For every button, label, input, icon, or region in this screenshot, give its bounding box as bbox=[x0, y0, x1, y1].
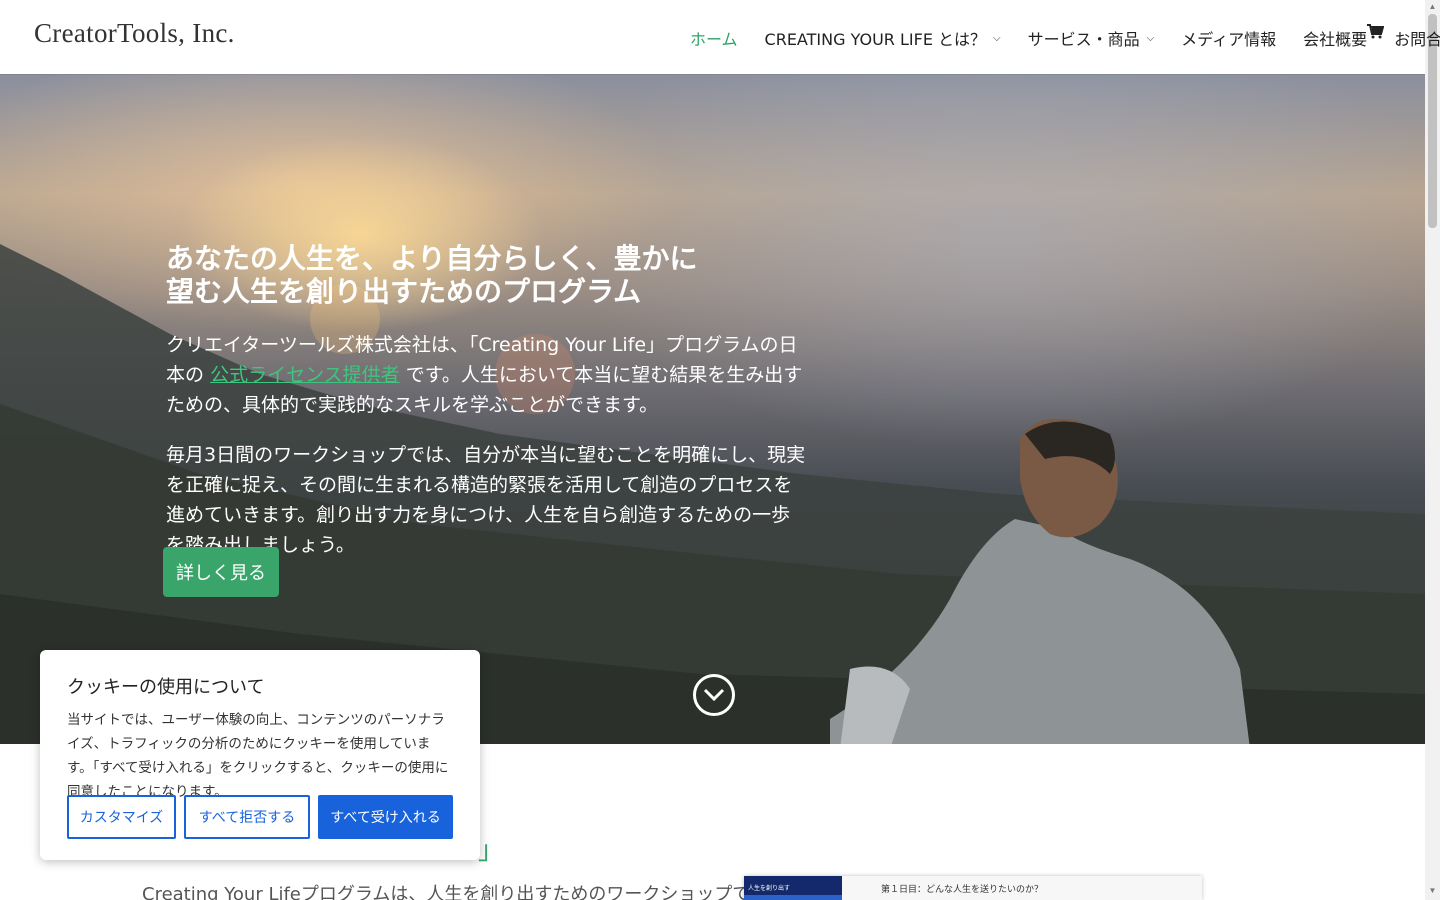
cookie-title: クッキーの使用について bbox=[67, 677, 265, 698]
nav-label: お問合せ bbox=[1394, 30, 1440, 49]
preview-sidebar: 人生を創り出す bbox=[744, 876, 842, 900]
cookie-description: 当サイトでは、ユーザー体験の向上、コンテンツのパーソナライズ、トラフィックの分析… bbox=[67, 712, 449, 800]
nav-label: ホーム bbox=[690, 30, 738, 49]
nav-label: CREATING YOUR LIFE とは？ bbox=[764, 30, 987, 49]
nav-contact[interactable]: お問合せ bbox=[1394, 26, 1440, 50]
nav-company[interactable]: 会社概要 bbox=[1303, 26, 1367, 50]
section-title-fragment: 」 bbox=[478, 836, 505, 866]
nav-services[interactable]: サービス・商品 ⌵ bbox=[1028, 26, 1155, 50]
man-sitting-image bbox=[830, 419, 1250, 744]
license-link[interactable]: 公式ライセンス提供者 bbox=[210, 364, 400, 386]
scroll-up-arrow-icon[interactable]: ▲ bbox=[1428, 2, 1437, 11]
site-header: CreatorTools, Inc. ホーム CREATING YOUR LIF… bbox=[0, 0, 1440, 74]
nav-media[interactable]: メディア情報 bbox=[1181, 26, 1276, 50]
hero-paragraph-2: 毎月3日間のワークショップでは、自分が本当に望むことを明確にし、現実を正確に捉え… bbox=[166, 444, 806, 556]
reject-all-button[interactable]: すべて拒否する bbox=[184, 795, 310, 839]
program-preview-image: 人生を創り出す 第１日目：どんな人生を送りたいのか？ bbox=[744, 876, 1202, 900]
scroll-down-arrow-icon[interactable]: ▼ bbox=[1428, 886, 1437, 895]
section-intro-text: Creating Your Lifeプログラムは、人生を創り出すためのワークショ… bbox=[142, 884, 785, 900]
nav-label: 会社概要 bbox=[1303, 30, 1368, 49]
hero-title-line: 望む人生を創り出すためのプログラム bbox=[166, 275, 642, 308]
nav-creating-your-life[interactable]: CREATING YOUR LIFE とは？ ⌵ bbox=[765, 26, 1001, 50]
nav-label: メディア情報 bbox=[1181, 30, 1277, 49]
hero-title: あなたの人生を、より自分らしく、豊かに 望む人生を創り出すためのプログラム bbox=[166, 242, 806, 308]
page-scrollbar[interactable]: ▲ ▼ bbox=[1425, 0, 1440, 900]
hero-section: あなたの人生を、より自分らしく、豊かに 望む人生を創り出すためのプログラム クリ… bbox=[0, 74, 1425, 744]
site-logo[interactable]: CreatorTools, Inc. bbox=[34, 18, 235, 49]
scroll-down-icon[interactable] bbox=[693, 674, 735, 716]
nav-home[interactable]: ホーム bbox=[690, 26, 738, 50]
hero-content: あなたの人生を、より自分らしく、豊かに 望む人生を創り出すためのプログラム クリ… bbox=[166, 242, 806, 580]
preview-sidebar-label: 人生を創り出す bbox=[748, 886, 791, 892]
customize-button[interactable]: カスタマイズ bbox=[67, 795, 176, 839]
chevron-down-icon: ⌵ bbox=[1146, 32, 1155, 44]
learn-more-button[interactable]: 詳しく見る bbox=[163, 547, 279, 597]
accept-all-button[interactable]: すべて受け入れる bbox=[318, 795, 453, 839]
cart-icon[interactable] bbox=[1367, 24, 1385, 44]
nav-label: サービス・商品 bbox=[1027, 30, 1140, 49]
cookie-consent-dialog: クッキーの使用について 当サイトでは、ユーザー体験の向上、コンテンツのパーソナラ… bbox=[40, 650, 480, 860]
preview-title: 第１日目：どんな人生を送りたいのか？ bbox=[881, 884, 1044, 894]
main-nav: ホーム CREATING YOUR LIFE とは？ ⌵ サービス・商品 ⌵ メディ… bbox=[690, 26, 1440, 50]
preview-sidebar-bar bbox=[744, 895, 842, 900]
hero-paragraph: クリエイターツールズ株式会社は、「Creating Your Life」プログラ… bbox=[166, 330, 806, 420]
hero-title-line: あなたの人生を、より自分らしく、豊かに bbox=[166, 242, 698, 275]
chevron-down-icon: ⌵ bbox=[993, 32, 1001, 44]
